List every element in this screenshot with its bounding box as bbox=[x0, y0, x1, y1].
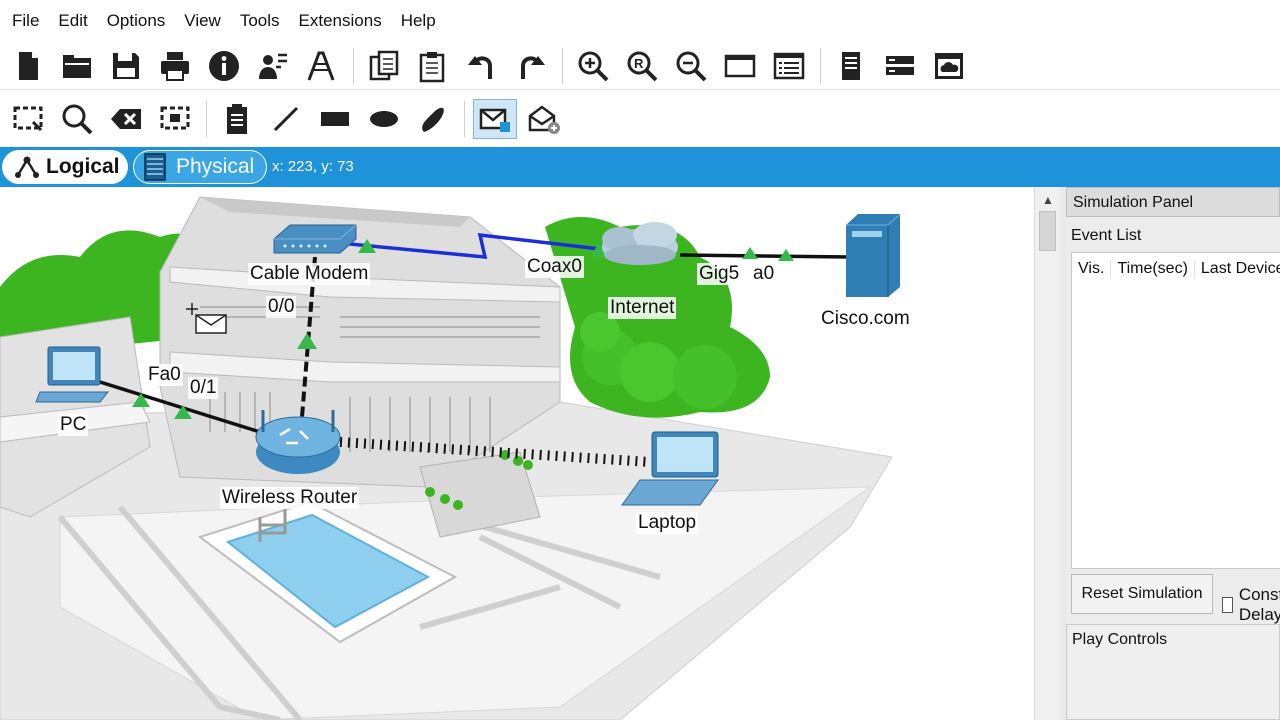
zoom-in-icon[interactable] bbox=[571, 46, 615, 86]
network-info-icon[interactable] bbox=[878, 46, 922, 86]
toolbar-separator bbox=[206, 101, 207, 137]
zoom-reset-icon[interactable]: R bbox=[620, 46, 664, 86]
copy-icon[interactable] bbox=[362, 46, 406, 86]
draw-toolbar bbox=[0, 93, 1280, 145]
scroll-up-icon[interactable]: ▲ bbox=[1042, 193, 1054, 207]
simulation-panel-title: Simulation Panel bbox=[1066, 187, 1280, 217]
event-list-header: Vis. Time(sec) Last Device bbox=[1072, 253, 1280, 285]
logical-topology-icon bbox=[15, 156, 39, 178]
event-list-title: Event List bbox=[1071, 227, 1142, 244]
reset-simulation-button[interactable]: Reset Simulation bbox=[1071, 574, 1213, 614]
menu-tools[interactable]: Tools bbox=[238, 11, 292, 31]
activity-wizard-icon[interactable] bbox=[251, 46, 295, 86]
menu-options[interactable]: Options bbox=[105, 11, 178, 31]
menu-view[interactable]: View bbox=[182, 11, 233, 31]
column-time[interactable]: Time(sec) bbox=[1111, 260, 1195, 278]
tab-physical-label: Physical bbox=[176, 155, 255, 178]
house-scene bbox=[0, 196, 901, 720]
new-file-icon[interactable] bbox=[6, 46, 50, 86]
cisco-com-label: Cisco.com bbox=[819, 308, 912, 330]
custom-device-icon[interactable] bbox=[300, 46, 344, 86]
port-fa0-label: Fa0 bbox=[146, 364, 183, 386]
redo-icon[interactable] bbox=[509, 46, 553, 86]
info-icon[interactable] bbox=[202, 46, 246, 86]
column-vis[interactable]: Vis. bbox=[1072, 260, 1112, 278]
mode-bar: Logical Physical x: 223, y: 73 bbox=[0, 147, 1280, 187]
constant-delay-option[interactable]: Constant Delay bbox=[1222, 585, 1280, 625]
save-icon[interactable] bbox=[104, 46, 148, 86]
svg-text:R: R bbox=[634, 56, 644, 71]
delete-icon[interactable] bbox=[104, 99, 148, 139]
menu-help[interactable]: Help bbox=[399, 11, 448, 31]
draw-rectangle-icon[interactable] bbox=[313, 99, 357, 139]
port-0-1-label: 0/1 bbox=[188, 377, 219, 399]
simple-pdu-icon[interactable] bbox=[473, 99, 517, 139]
inspect-icon[interactable] bbox=[55, 99, 99, 139]
port-0-0-label: 0/0 bbox=[266, 296, 297, 318]
undo-icon[interactable] bbox=[460, 46, 504, 86]
toolbar-separator bbox=[820, 47, 821, 84]
menu-file[interactable]: File bbox=[10, 11, 51, 31]
cloud-window-icon[interactable] bbox=[927, 46, 971, 86]
viewport-icon[interactable] bbox=[829, 46, 873, 86]
port-gig5-label: Gig5 bbox=[697, 263, 742, 285]
constant-delay-checkbox[interactable] bbox=[1222, 597, 1233, 613]
cisco-server-device[interactable] bbox=[846, 213, 901, 297]
print-icon[interactable] bbox=[153, 46, 197, 86]
play-controls: Play Controls bbox=[1066, 624, 1280, 720]
zoom-out-icon[interactable] bbox=[669, 46, 713, 86]
custom-devices-dialog-icon[interactable] bbox=[767, 46, 811, 86]
menu-edit[interactable]: Edit bbox=[56, 11, 99, 31]
physical-workspace[interactable]: Cable Modem 0/0 Coax0 Internet Gig5 a0 C… bbox=[0, 187, 1034, 720]
toolbar-separator bbox=[562, 47, 563, 84]
cursor-coordinates: x: 223, y: 73 bbox=[272, 158, 354, 175]
drawing-palette-icon[interactable] bbox=[718, 46, 762, 86]
port-a0-label: a0 bbox=[751, 263, 777, 285]
port-coax0-label: Coax0 bbox=[525, 256, 584, 278]
wireless-router-label: Wireless Router bbox=[220, 487, 360, 509]
simulation-panel: Simulation Panel Event List Vis. Time(se… bbox=[1066, 187, 1280, 720]
draw-line-icon[interactable] bbox=[264, 99, 308, 139]
tab-logical-label: Logical bbox=[46, 155, 120, 178]
internet-cloud-device[interactable] bbox=[602, 222, 678, 265]
freeform-icon[interactable] bbox=[411, 99, 455, 139]
laptop-label: Laptop bbox=[636, 512, 699, 534]
physical-rack-icon bbox=[144, 153, 166, 181]
column-last-device[interactable]: Last Device bbox=[1195, 260, 1280, 278]
toolbar-separator bbox=[464, 101, 465, 137]
paste-icon[interactable] bbox=[411, 46, 455, 86]
toolbar-separator bbox=[353, 47, 354, 84]
cable-modem-device[interactable] bbox=[273, 224, 357, 254]
scroll-thumb[interactable] bbox=[1039, 211, 1056, 251]
workspace-scrollbar[interactable]: ▲ bbox=[1034, 187, 1060, 720]
tab-physical[interactable]: Physical bbox=[133, 150, 267, 184]
menu-bar: File Edit Options View Tools Extensions … bbox=[0, 0, 1280, 42]
open-folder-icon[interactable] bbox=[55, 46, 99, 86]
internet-label: Internet bbox=[608, 297, 677, 319]
select-icon[interactable] bbox=[6, 99, 50, 139]
main-toolbar: R bbox=[0, 42, 1280, 90]
play-controls-title: Play Controls bbox=[1072, 631, 1168, 648]
constant-delay-label: Constant Delay bbox=[1238, 585, 1280, 624]
place-note-icon[interactable] bbox=[215, 99, 259, 139]
pc-label: PC bbox=[58, 414, 89, 436]
tab-logical[interactable]: Logical bbox=[2, 150, 128, 184]
resize-shape-icon[interactable] bbox=[153, 99, 197, 139]
draw-ellipse-icon[interactable] bbox=[362, 99, 406, 139]
event-list[interactable]: Vis. Time(sec) Last Device bbox=[1071, 252, 1280, 569]
complex-pdu-icon[interactable] bbox=[522, 99, 566, 139]
menu-extensions[interactable]: Extensions bbox=[297, 11, 394, 31]
cable-modem-label: Cable Modem bbox=[248, 263, 371, 285]
